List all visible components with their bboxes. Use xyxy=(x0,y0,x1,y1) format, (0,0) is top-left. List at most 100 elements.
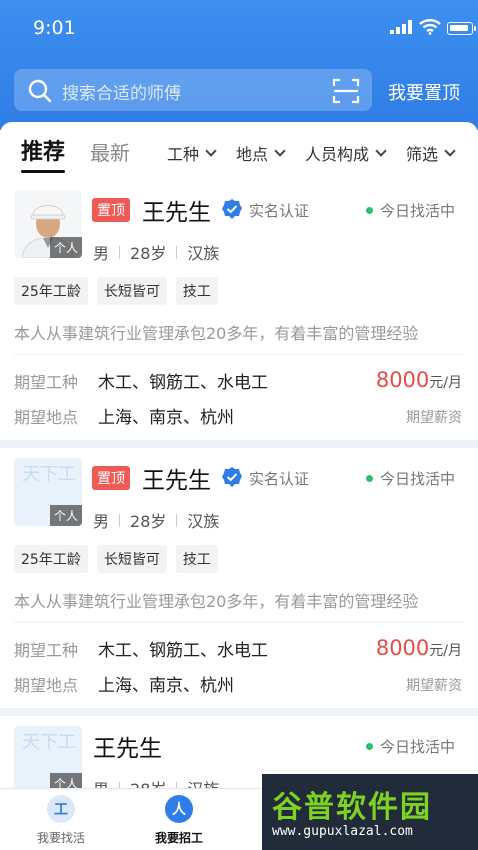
watermark-brand: 谷普软件园 xyxy=(272,790,432,825)
ethnicity: 汉族 xyxy=(187,244,220,263)
chevron-down-icon xyxy=(444,145,456,157)
job-label: 期望工种 xyxy=(14,373,79,392)
age: 28岁 xyxy=(130,512,167,531)
avatar: 个人 xyxy=(14,190,82,258)
tab-label: 我要招工 xyxy=(154,831,203,845)
search-icon xyxy=(28,79,52,103)
avatar-placeholder: 天下工 xyxy=(22,464,76,485)
avatar: 天下工 个人 xyxy=(14,726,82,788)
battery-icon xyxy=(447,22,476,35)
scan-icon[interactable] xyxy=(332,77,360,105)
wifi-icon xyxy=(419,19,441,35)
hire-icon: 人 xyxy=(165,795,193,823)
filter-label: 筛选 xyxy=(406,145,439,164)
filter-staff[interactable]: 人员构成 xyxy=(305,141,387,165)
tag: 技工 xyxy=(175,545,218,573)
filter-location[interactable]: 地点 xyxy=(236,141,286,165)
online-dot xyxy=(366,475,373,482)
salary-unit: 元/月 xyxy=(429,643,462,659)
chevron-down-icon xyxy=(205,145,217,157)
description: 本人从事建筑行业管理承包20多年，有着丰富的管理经验 xyxy=(14,324,419,343)
salary-label: 期望薪资 xyxy=(406,678,462,694)
worker-meta: 男 28岁 汉族 xyxy=(93,776,219,788)
gender: 男 xyxy=(93,512,110,531)
divider xyxy=(176,245,178,259)
job-label: 期望工种 xyxy=(14,641,79,660)
search-input[interactable]: 搜索合适的师傅 xyxy=(14,69,372,111)
worker-card[interactable]: 天下工 个人 置顶 王先生 实名认证 今日找活中 男 28岁 汉族 25年工龄 … xyxy=(0,448,478,710)
avatar-badge: 个人 xyxy=(49,773,82,788)
location-value: 上海、南京、杭州 xyxy=(98,408,234,428)
divider-line xyxy=(14,354,464,355)
tag-list: 25年工龄 长短皆可 技工 xyxy=(14,545,218,573)
watermark-url: www.gupuxlazal.com xyxy=(272,824,413,839)
verified-icon xyxy=(222,199,242,219)
tab-latest[interactable]: 最新 xyxy=(90,137,130,166)
filter-label: 人员构成 xyxy=(305,145,370,164)
tab-recommend[interactable]: 推荐 xyxy=(21,134,66,173)
main-content: 推荐 最新 工种 地点 人员构成 筛选 个人 置顶 王先生 实名认证 今日找活中… xyxy=(0,122,478,788)
verified-label: 实名认证 xyxy=(249,470,310,488)
location-label: 期望地点 xyxy=(14,408,79,427)
filter-label: 工种 xyxy=(167,145,200,164)
worker-meta: 男 28岁 汉族 xyxy=(93,508,219,532)
find-work-icon: 工 xyxy=(47,795,75,823)
tab-bar: 推荐 最新 工种 地点 人员构成 筛选 xyxy=(0,122,478,173)
tag: 长短皆可 xyxy=(96,277,167,305)
tag-list: 25年工龄 长短皆可 技工 xyxy=(14,277,218,305)
card-separator xyxy=(0,708,478,716)
top-header: 9:01 搜索合适的师傅 我要置顶 xyxy=(0,0,478,130)
divider xyxy=(176,513,178,527)
job-value: 木工、钢筋工、水电工 xyxy=(98,373,268,393)
status-label: 今日找活中 xyxy=(380,202,456,220)
avatar: 天下工 个人 xyxy=(14,458,82,526)
divider xyxy=(119,245,121,259)
pinned-tag: 置顶 xyxy=(92,466,130,490)
worker-name: 王先生 xyxy=(142,468,211,494)
online-dot xyxy=(366,743,373,750)
divider xyxy=(119,513,121,527)
salary: 8000元/月 xyxy=(376,636,462,660)
chevron-down-icon xyxy=(274,145,286,157)
description: 本人从事建筑行业管理承包20多年，有着丰富的管理经验 xyxy=(14,592,419,611)
avatar-placeholder: 天下工 xyxy=(22,732,76,753)
verified-icon xyxy=(222,467,242,487)
pinned-tag: 置顶 xyxy=(92,198,130,222)
tab-find-work[interactable]: 工 我要找活 xyxy=(21,795,101,846)
worker-name: 王先生 xyxy=(142,200,211,226)
status-time: 9:01 xyxy=(33,17,76,39)
worker-meta: 男 28岁 汉族 xyxy=(93,240,219,264)
filter-job-type[interactable]: 工种 xyxy=(167,141,217,165)
salary: 8000元/月 xyxy=(376,368,462,392)
tag: 25年工龄 xyxy=(14,277,88,305)
tag: 25年工龄 xyxy=(14,545,88,573)
salary-value: 8000 xyxy=(375,368,430,392)
verified-label: 实名认证 xyxy=(249,202,310,220)
location-label: 期望地点 xyxy=(14,676,79,695)
worker-card[interactable]: 个人 置顶 王先生 实名认证 今日找活中 男 28岁 汉族 25年工龄 长短皆可… xyxy=(0,180,478,442)
gender: 男 xyxy=(93,244,110,263)
tab-hire[interactable]: 人 我要招工 xyxy=(139,795,219,846)
age: 28岁 xyxy=(130,776,166,788)
gender: 男 xyxy=(93,776,109,788)
salary-unit: 元/月 xyxy=(429,375,462,391)
salary-label: 期望薪资 xyxy=(406,410,462,426)
age: 28岁 xyxy=(130,244,167,263)
tab-label: 我要找活 xyxy=(36,831,85,845)
location-value: 上海、南京、杭州 xyxy=(98,676,234,696)
filter-more[interactable]: 筛选 xyxy=(406,141,456,165)
job-value: 木工、钢筋工、水电工 xyxy=(98,641,268,661)
watermark: 谷普软件园 www.gupuxlazal.com xyxy=(262,774,478,850)
worker-name: 王先生 xyxy=(93,736,162,762)
tag: 长短皆可 xyxy=(96,545,167,573)
status-label: 今日找活中 xyxy=(380,470,456,488)
tag: 技工 xyxy=(175,277,218,305)
filter-label: 地点 xyxy=(236,145,269,164)
status-label: 今日找活中 xyxy=(380,738,456,756)
signal-icon xyxy=(390,20,412,34)
card-separator xyxy=(0,440,478,448)
avatar-badge: 个人 xyxy=(49,505,82,526)
ethnicity: 汉族 xyxy=(187,512,220,531)
chevron-down-icon xyxy=(375,145,387,157)
my-pin-button[interactable]: 我要置顶 xyxy=(388,79,460,105)
